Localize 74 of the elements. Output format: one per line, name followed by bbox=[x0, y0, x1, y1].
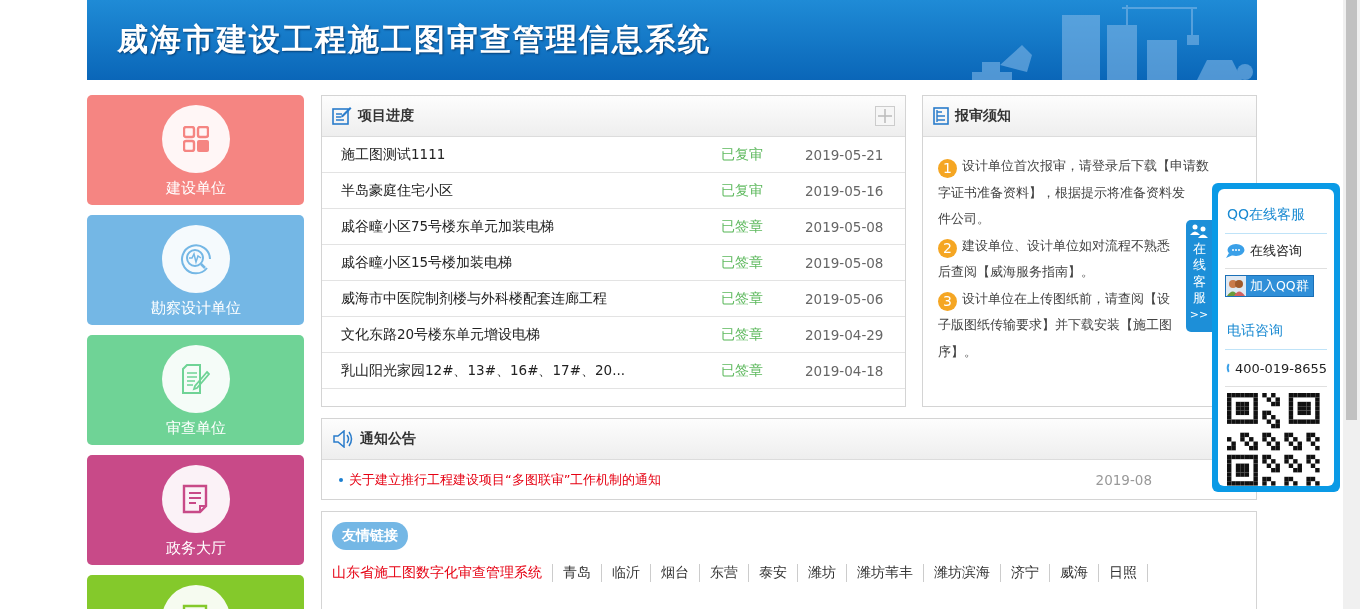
friend-link[interactable]: 青岛 bbox=[553, 564, 602, 582]
step-number: 3 bbox=[938, 291, 957, 311]
grid-icon bbox=[182, 126, 209, 152]
scrollbar[interactable] bbox=[1343, 0, 1360, 609]
project-status: 已复审 bbox=[721, 145, 764, 164]
chat-bubble-icon bbox=[1225, 243, 1245, 259]
section-label: 友情链接 bbox=[332, 522, 408, 550]
step-number: 2 bbox=[938, 238, 957, 258]
online-consult-link[interactable]: 在线咨询 bbox=[1225, 234, 1327, 269]
project-status: 已签章 bbox=[721, 289, 764, 308]
step-number: 1 bbox=[938, 159, 957, 178]
edit-icon bbox=[332, 106, 352, 126]
phone-number: 400-019-8655 bbox=[1225, 350, 1327, 387]
project-date: 2019-04-18 bbox=[805, 362, 885, 379]
tile-label: 建设单位 bbox=[165, 179, 226, 198]
project-name[interactable]: 文化东路20号楼东单元增设电梯 bbox=[341, 325, 721, 344]
friend-link[interactable]: 泰安 bbox=[749, 564, 798, 582]
speaker-icon bbox=[332, 430, 354, 448]
section-heading: 电话咨询 bbox=[1225, 313, 1327, 350]
project-status: 已签章 bbox=[721, 361, 764, 380]
project-name[interactable]: 乳山阳光家园12#、13#、16#、17#、20... bbox=[341, 361, 721, 380]
section-heading: QQ在线客服 bbox=[1225, 197, 1327, 234]
document-icon bbox=[181, 484, 210, 514]
project-name[interactable]: 戚谷疃小区75号楼东单元加装电梯 bbox=[341, 217, 721, 236]
nav-tile[interactable]: 政务大厅 bbox=[87, 455, 304, 565]
friend-link[interactable]: 山东省施工图数字化审查管理系统 bbox=[332, 564, 553, 582]
instruction-text: 件公司。 bbox=[938, 211, 990, 226]
people-icon bbox=[1190, 224, 1208, 238]
friend-link[interactable]: 日照 bbox=[1099, 564, 1148, 582]
instruction-text: 设计单位在上传图纸前，请查阅【设 bbox=[962, 290, 1170, 306]
project-date: 2019-05-08 bbox=[805, 254, 885, 271]
friend-link[interactable]: 临沂 bbox=[602, 564, 651, 582]
list-icon bbox=[933, 107, 949, 125]
project-status: 已复审 bbox=[721, 181, 764, 200]
search-icon bbox=[178, 242, 213, 276]
friend-link[interactable]: 东营 bbox=[700, 564, 749, 582]
friend-link[interactable]: 烟台 bbox=[651, 564, 700, 582]
project-name[interactable]: 戚谷疃小区15号楼加装电梯 bbox=[341, 253, 721, 272]
friend-link[interactable]: 潍坊 bbox=[798, 564, 847, 582]
document-pencil-icon bbox=[181, 364, 210, 394]
panel-title: 通知公告 bbox=[360, 430, 416, 448]
notice-date: 2019-08 bbox=[1095, 472, 1152, 488]
project-date: 2019-05-06 bbox=[805, 290, 885, 307]
friend-link[interactable]: 潍坊苇丰 bbox=[847, 564, 924, 582]
project-name[interactable]: 威海市中医院制剂楼与外科楼配套连廊工程 bbox=[341, 289, 721, 308]
tile-label: 审查单位 bbox=[165, 419, 226, 438]
project-date: 2019-05-21 bbox=[805, 146, 885, 163]
friend-link[interactable]: 潍坊滨海 bbox=[924, 564, 1001, 582]
plus-icon[interactable] bbox=[875, 106, 895, 126]
people-icon bbox=[1226, 276, 1246, 296]
project-status: 已签章 bbox=[721, 217, 764, 236]
friend-link[interactable]: 威海 bbox=[1050, 564, 1099, 582]
instruction-text: 设计单位首次报审，请登录后下载【申请数 bbox=[962, 158, 1209, 173]
project-status: 已签章 bbox=[721, 253, 764, 272]
instruction-text: 子版图纸传输要求】并下载安装【施工图 bbox=[938, 317, 1172, 332]
project-name[interactable]: 半岛豪庭住宅小区 bbox=[341, 181, 721, 200]
project-status: 已签章 bbox=[721, 325, 764, 344]
friend-link[interactable]: 济宁 bbox=[1001, 564, 1050, 582]
notice-link[interactable]: 关于建立推行工程建设项目“多图联审”工作机制的通知 bbox=[349, 471, 1096, 489]
instruction-text: 建设单位、设计单位如对流程不熟悉 bbox=[962, 237, 1170, 253]
instruction-text: 后查阅【威海服务指南】。 bbox=[938, 264, 1094, 279]
service-tab[interactable]: 在线客服 >> bbox=[1186, 220, 1212, 332]
panel-title: 项目进度 bbox=[358, 107, 414, 125]
project-name[interactable]: 施工图测试1111 bbox=[341, 145, 721, 164]
tile-label: 政务大厅 bbox=[165, 539, 226, 558]
project-date: 2019-05-08 bbox=[805, 218, 885, 235]
instruction-text: 字证书准备资料】，根据提示将准备资料发 bbox=[938, 184, 1185, 200]
site-title: 威海市建设工程施工图审查管理信息系统 bbox=[117, 20, 711, 59]
project-date: 2019-04-29 bbox=[805, 326, 885, 343]
bullet-icon bbox=[339, 478, 343, 482]
project-date: 2019-05-16 bbox=[805, 182, 885, 199]
instruction-text: 序】。 bbox=[938, 343, 977, 359]
tile-label: 勘察设计单位 bbox=[150, 299, 241, 318]
panel-title: 报审须知 bbox=[955, 107, 1011, 125]
